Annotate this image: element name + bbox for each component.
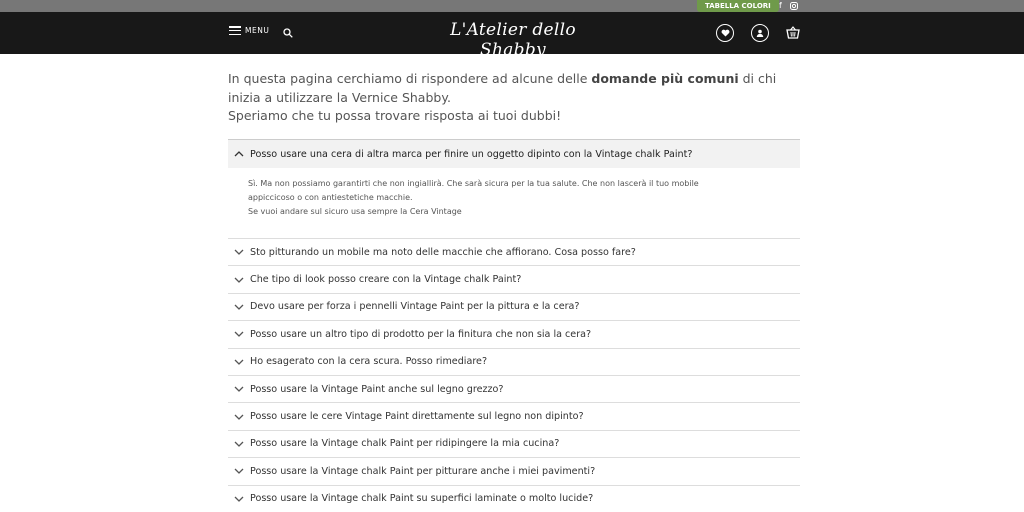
heart-icon: [721, 29, 730, 37]
faq-question-label: Ho esagerato con la cera scura. Posso ri…: [250, 356, 487, 367]
faq-item[interactable]: Ho esagerato con la cera scura. Posso ri…: [228, 348, 800, 375]
faq-item[interactable]: Posso usare la Vintage chalk Paint su su…: [228, 485, 800, 512]
faq-question-open[interactable]: Posso usare una cera di altra marca per …: [228, 140, 800, 168]
faq-question-label: Posso usare un altro tipo di prodotto pe…: [250, 329, 591, 340]
intro-bold: domande più comuni: [591, 71, 738, 86]
facebook-icon[interactable]: f: [779, 0, 782, 12]
faq-answer: Sì. Ma non possiamo garantirti che non i…: [228, 168, 800, 238]
faq-item[interactable]: Sto pitturando un mobile ma noto delle m…: [228, 238, 800, 265]
intro-line3: Speriamo che tu possa trovare risposta a…: [228, 108, 561, 123]
tabella-colori-button[interactable]: TABELLA COLORI: [697, 0, 779, 12]
chevron-down-icon: [228, 249, 250, 255]
faq-question-label: Posso usare la Vintage chalk Paint su su…: [250, 493, 593, 504]
faq-answer-line: Se vuoi andare sul sicuro usa sempre la …: [248, 205, 800, 219]
faq-item[interactable]: Posso usare la Vintage Paint anche sul l…: [228, 375, 800, 402]
site-header: MENU L'Atelier dello Shabby: [0, 12, 1024, 54]
intro-part1: In questa pagina cerchiamo di rispondere…: [228, 71, 591, 86]
chevron-down-icon: [228, 331, 250, 337]
chevron-down-icon: [228, 277, 250, 283]
faq-accordion: Posso usare una cera di altra marca per …: [228, 139, 800, 512]
chevron-down-icon: [228, 386, 250, 392]
top-bar: TABELLA COLORI f: [0, 0, 1024, 12]
menu-label: MENU: [245, 26, 269, 35]
chevron-up-icon: [228, 151, 250, 157]
hamburger-icon: [229, 26, 241, 35]
faq-question-label: Sto pitturando un mobile ma noto delle m…: [250, 247, 636, 258]
faq-item[interactable]: Devo usare per forza i pennelli Vintage …: [228, 293, 800, 320]
faq-item[interactable]: Posso usare la Vintage chalk Paint per p…: [228, 457, 800, 484]
faq-question-label: Posso usare le cere Vintage Paint dirett…: [250, 411, 584, 422]
faq-question-label: Che tipo di look posso creare con la Vin…: [250, 274, 521, 285]
faq-question-label: Posso usare la Vintage Paint anche sul l…: [250, 384, 504, 395]
user-icon: [756, 29, 764, 37]
chevron-down-icon: [228, 414, 250, 420]
chevron-down-icon: [228, 304, 250, 310]
faq-question-label: Posso usare una cera di altra marca per …: [250, 149, 692, 160]
faq-question-label: Devo usare per forza i pennelli Vintage …: [250, 301, 580, 312]
wishlist-button[interactable]: [716, 24, 734, 42]
faq-item[interactable]: Posso usare le cere Vintage Paint dirett…: [228, 402, 800, 429]
faq-answer-line: appiccicoso o con antiestetiche macchie.: [248, 191, 800, 205]
account-button[interactable]: [751, 24, 769, 42]
site-logo[interactable]: L'Atelier dello Shabby: [428, 20, 598, 60]
faq-item-open: Posso usare una cera di altra marca per …: [228, 139, 800, 238]
faq-item[interactable]: Posso usare un altro tipo di prodotto pe…: [228, 320, 800, 347]
menu-button[interactable]: MENU: [229, 26, 269, 35]
intro-text: In questa pagina cerchiamo di rispondere…: [228, 70, 788, 126]
chevron-down-icon: [228, 359, 250, 365]
faq-item[interactable]: Posso usare la Vintage chalk Paint per r…: [228, 430, 800, 457]
faq-question-label: Posso usare la Vintage chalk Paint per r…: [250, 438, 559, 449]
cart-icon[interactable]: [786, 26, 800, 39]
chevron-down-icon: [228, 496, 250, 502]
chevron-down-icon: [228, 468, 250, 474]
chevron-down-icon: [228, 441, 250, 447]
search-icon[interactable]: [283, 28, 293, 38]
faq-question-label: Posso usare la Vintage chalk Paint per p…: [250, 466, 595, 477]
faq-item[interactable]: Che tipo di look posso creare con la Vin…: [228, 265, 800, 292]
faq-answer-line: Sì. Ma non possiamo garantirti che non i…: [248, 177, 800, 191]
